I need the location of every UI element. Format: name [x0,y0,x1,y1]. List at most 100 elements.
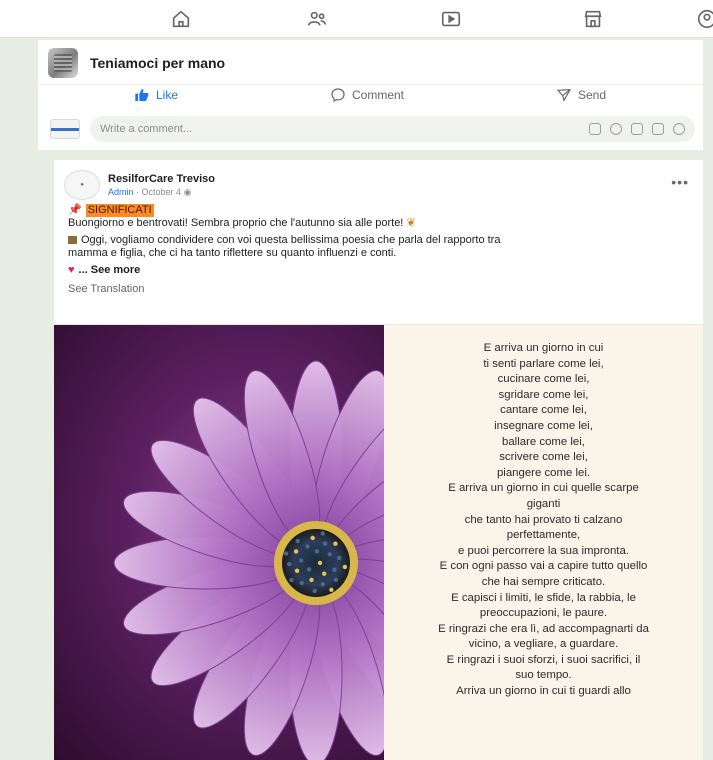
flower-center-dot [312,588,317,594]
flower-center-dot [322,541,328,546]
like-button[interactable]: Like [134,87,178,103]
poem-line: perfettamente, [506,529,581,542]
poem-line: cucinare come lei, [497,373,590,386]
post-card: ● ResilforCare Treviso Admin · October 4… [54,160,703,760]
poem-line: ti senti parlare come lei, [483,357,604,370]
avatar-sticker-icon[interactable] [589,123,601,135]
book-icon [68,236,77,244]
post-date[interactable]: October 4 [142,187,182,197]
post-author[interactable]: ResilforCare Treviso [108,173,215,185]
poem-line: insegnare come lei, [494,419,593,432]
flower-center-dot [283,551,289,556]
friends-icon[interactable] [304,6,330,32]
camera-icon[interactable] [631,123,643,135]
poem-line: suo tempo. [515,669,572,682]
comment-composer: Write a comment... [50,116,695,142]
poem-line: piangere come lei. [496,466,591,479]
page-avatar[interactable]: ● [64,170,100,200]
flower-center-dot [314,549,320,554]
group-name[interactable]: Teniamoci per mano [90,55,225,71]
comment-icon [331,88,345,103]
marketplace-icon[interactable] [580,6,606,32]
emoji-icon[interactable] [610,123,622,135]
poem-line: e puoi percorrere la sua impronta. [458,544,629,557]
post-role: Admin [108,186,134,197]
post-meta: Admin · October 4 ◉ [108,186,192,197]
flower-center-dot [329,587,334,592]
more-options-button[interactable]: ••• [671,174,689,190]
flower-center-dot [320,582,325,587]
flower-center-dot [299,558,304,563]
gif-icon[interactable] [652,123,664,135]
previous-post-card: Teniamoci per mano Like Comment Send Wri… [38,40,703,150]
poem-line: giganti [526,497,561,510]
poem-line: Arriva un giorno in cui ti guardi allo [456,685,631,698]
flower-center-dot [333,541,338,546]
post-header: ● ResilforCare Treviso Admin · October 4… [64,168,215,202]
poem-line: sgridare come lei, [498,388,589,401]
pin-icon: 📌 [68,204,82,216]
leaf-icon: ❦ [406,217,416,229]
flower-center-dot [287,561,292,567]
flower-center-dot [309,577,314,583]
send-label: Send [578,88,607,102]
flower-center-dot [310,535,315,541]
sticker-icon[interactable] [673,123,685,135]
poem-line: E ringrazi che era lì, ad accompagnarti … [438,622,649,635]
flower-center-dot [342,564,348,570]
poem-line: E capisci i limiti, le sfide, la rabbia,… [451,591,636,604]
flower-center-dot [289,577,294,583]
globe-icon: ◉ [183,186,192,197]
poem-line: ballare come lei, [502,435,585,448]
post-actions: Like Comment Send [38,84,703,110]
post-line-2: Oggi, vogliamo condividere con voi quest… [68,234,698,247]
poem-line: che tanto hai provato ti calzano [464,513,623,526]
see-more-link[interactable]: ♥ ... See more [68,264,698,277]
flower-center-dot [306,567,312,572]
comment-input[interactable]: Write a comment... [90,116,695,142]
flower-center-dot [295,538,300,544]
groups-icon[interactable] [694,6,713,32]
flower-center-dot [337,555,342,561]
highlight-tag: SIGNIFICATI [85,204,154,217]
heart-icon: ♥ [68,264,75,276]
poem-line: E arriva un giorno in cui [483,342,604,354]
video-icon[interactable] [438,6,464,32]
daisy-flower-image [54,325,384,760]
poem-line: E arriva un giorno in cui quelle scarpe [448,482,639,495]
post-text: 📌 SIGNIFICATI Buongiorno e bentrovati! S… [68,204,698,296]
flower-center-dot [293,549,299,554]
poem-text: E arriva un giorno in cui ti senti parlar… [384,325,703,760]
see-translation-link[interactable]: See Translation [68,283,698,296]
tag-line: 📌 SIGNIFICATI [68,204,698,217]
flower-center-dot [333,577,339,582]
thumbs-up-icon [135,89,149,101]
flower-center-dot [317,560,323,566]
comment-label: Comment [352,88,405,102]
flower-center-dot [320,531,325,536]
comment-button[interactable]: Comment [330,87,404,103]
post-line-3: mamma e figlia, che ci ha tanto riflette… [68,247,397,259]
poem-line: vicino, a vegliare, a guardare. [468,638,619,651]
flower-center-dot [294,568,300,573]
group-thumbnail[interactable] [48,48,78,78]
flower-center-dot [299,580,305,586]
send-icon [556,89,572,102]
poem-line: preoccupazioni, le paure. [479,607,608,620]
home-icon[interactable] [168,6,194,32]
flower-center-dot [332,567,337,572]
like-label: Like [156,88,179,102]
send-button[interactable]: Send [556,87,606,103]
poem-line: E con ogni passo vai a capire tutto quel… [439,560,648,573]
top-nav [0,0,713,38]
flower-center-dot [322,571,327,576]
avatar[interactable] [50,119,80,139]
poem-line: E ringrazi i suoi sforzi, i suoi sacrifi… [446,653,641,666]
poem-line: scrivere come lei, [499,451,588,464]
flower-center-dot [327,552,332,557]
post-image[interactable]: E arriva un giorno in cui ti senti parlar… [54,324,703,760]
poem-line: cantare come lei, [500,404,587,417]
flower-center-dot [305,544,310,549]
poem-line: che hai sempre criticato. [481,575,606,588]
post-line-1: Buongiorno e bentrovati! Sembra proprio … [68,217,416,229]
